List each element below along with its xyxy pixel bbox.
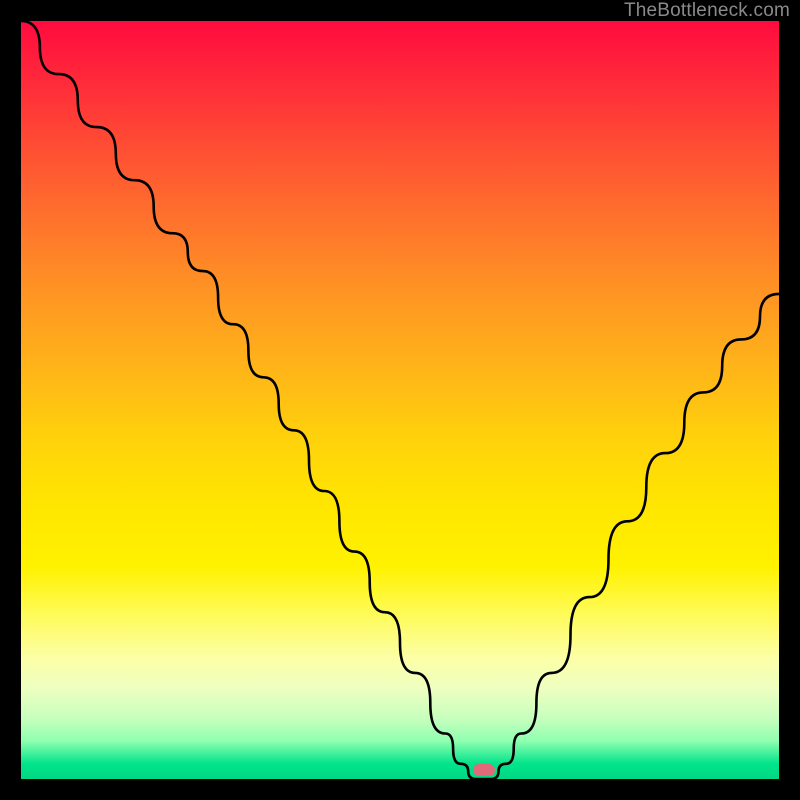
bottleneck-curve bbox=[21, 21, 779, 779]
plot-area bbox=[21, 21, 779, 779]
watermark-text: TheBottleneck.com bbox=[624, 0, 790, 22]
chart-frame: TheBottleneck.com bbox=[0, 0, 800, 800]
optimal-marker bbox=[473, 764, 495, 776]
